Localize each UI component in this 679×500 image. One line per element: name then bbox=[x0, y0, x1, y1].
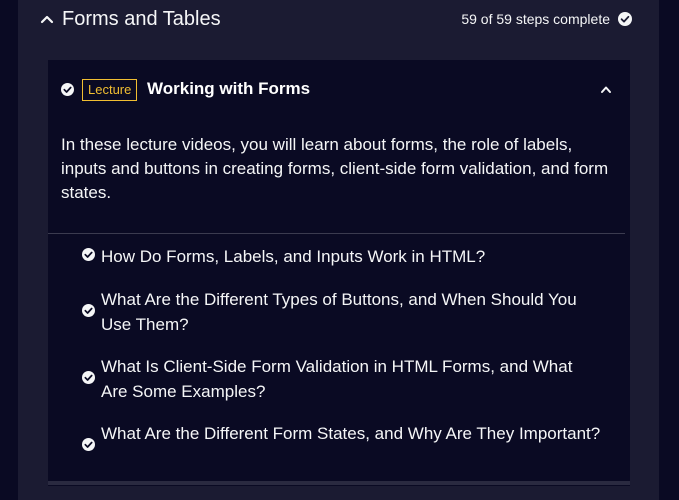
block-header[interactable]: Forms and Tables 59 of 59 steps complete bbox=[18, 0, 659, 40]
check-circle-icon bbox=[618, 12, 632, 26]
lecture-header[interactable]: Lecture Working with Forms bbox=[48, 60, 630, 120]
step-label[interactable]: How Do Forms, Labels, and Inputs Work in… bbox=[101, 244, 601, 269]
chevron-up-icon[interactable] bbox=[600, 84, 612, 94]
divider bbox=[48, 233, 625, 234]
step-label[interactable]: What Are the Different Types of Buttons,… bbox=[101, 287, 601, 337]
step-label[interactable]: What Is Client-Side Form Validation in H… bbox=[101, 354, 601, 404]
lecture-badge: Lecture bbox=[82, 79, 138, 101]
page: Forms and Tables 59 of 59 steps complete… bbox=[0, 0, 679, 500]
check-circle-icon bbox=[82, 248, 95, 261]
step-label[interactable]: What Are the Different Form States, and … bbox=[101, 421, 601, 446]
bottom-divider bbox=[48, 481, 630, 485]
step-item[interactable]: What Are the Different Form States, and … bbox=[82, 418, 602, 472]
lecture-title[interactable]: Working with Forms bbox=[147, 78, 310, 100]
step-item[interactable]: What Are the Different Types of Buttons,… bbox=[82, 284, 602, 338]
check-circle-icon bbox=[82, 438, 95, 451]
check-circle-icon bbox=[82, 304, 95, 317]
chevron-up-icon[interactable] bbox=[40, 13, 54, 25]
check-circle-icon bbox=[61, 83, 74, 96]
block-title[interactable]: Forms and Tables bbox=[62, 6, 221, 32]
progress-text: 59 of 59 steps complete bbox=[461, 11, 610, 27]
step-item[interactable]: How Do Forms, Labels, and Inputs Work in… bbox=[82, 240, 602, 270]
lecture-card: Lecture Working with Forms In these lect… bbox=[48, 60, 630, 486]
check-circle-icon bbox=[82, 371, 95, 384]
lecture-description: In these lecture videos, you will learn … bbox=[61, 135, 609, 202]
block-panel: Forms and Tables 59 of 59 steps complete… bbox=[18, 0, 659, 500]
step-item[interactable]: What Is Client-Side Form Validation in H… bbox=[82, 351, 602, 405]
